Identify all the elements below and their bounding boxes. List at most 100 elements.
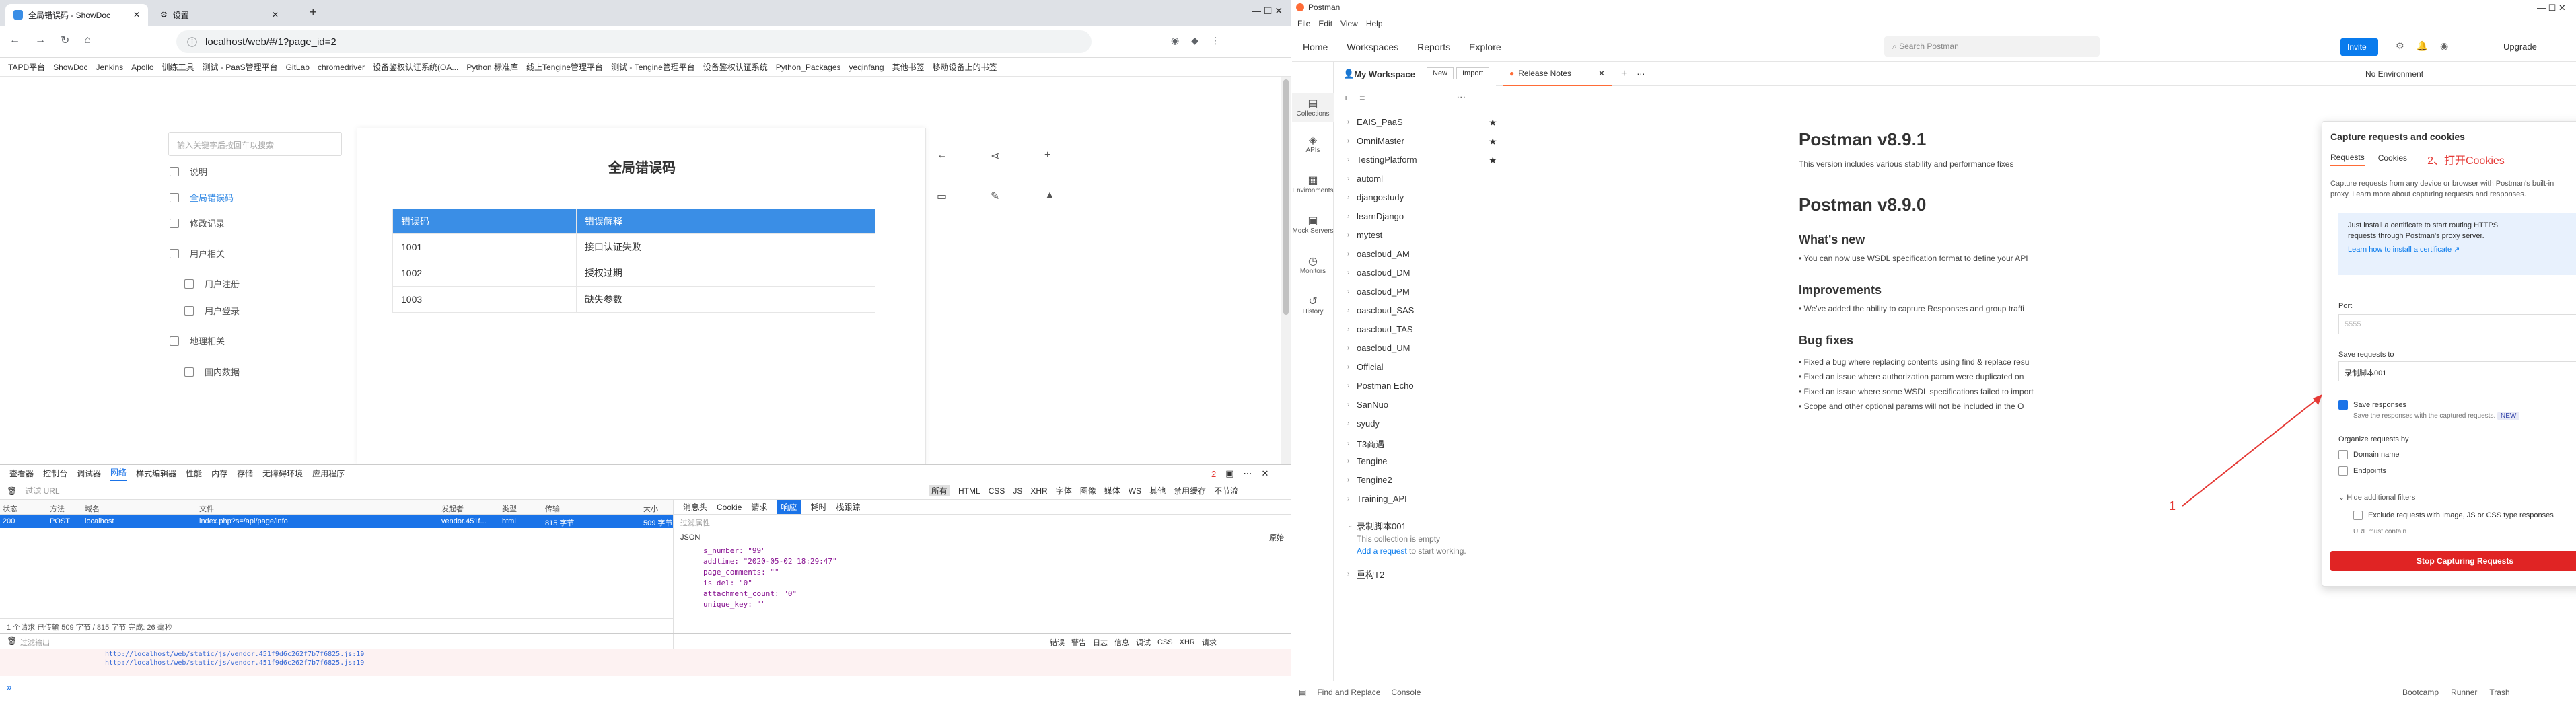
runner-button[interactable]: Runner [2451,688,2477,697]
bookmark-item[interactable]: Apollo [131,63,153,72]
search-input[interactable]: 输入关键字后按回车以搜索 [168,132,342,156]
console-level-filter[interactable]: 请求 [1202,637,1217,648]
type-filter[interactable]: 媒体 [1104,485,1120,496]
type-filter[interactable]: 所有 [929,485,951,496]
nav-item[interactable]: Reports [1417,42,1450,52]
invite-button[interactable]: Invite [2340,38,2378,56]
environment-select[interactable]: No Environment [2365,69,2423,79]
console-level-filter[interactable]: 信息 [1114,637,1129,648]
home-icon[interactable]: ⌂ [84,34,91,46]
devtools-tab[interactable]: 无障碍环境 [262,468,303,479]
filter-props-input[interactable]: 过滤属性 [674,515,1291,529]
bookmark-item[interactable]: 训练工具 [162,61,194,73]
save-to-select[interactable]: 录制脚本001 ⌄ [2338,361,2576,381]
import-button[interactable]: Import [1456,67,1490,79]
collection-item[interactable]: › Official [1347,362,1384,372]
doc-nav-item[interactable]: 修改记录 [170,217,225,229]
collection-item[interactable]: › oascloud_PM [1347,287,1410,297]
extension-icon[interactable]: ◆ [1191,35,1198,46]
page-scrollbar[interactable] [1281,77,1291,464]
bookmark-item[interactable]: 测试 - Tengine管理平台 [611,61,695,73]
trash-button[interactable]: Trash [2489,688,2509,697]
type-filter[interactable]: 图像 [1080,485,1096,496]
bookmark-item[interactable]: TAPD平台 [8,61,45,73]
plus-icon[interactable]: + [1343,92,1349,103]
detail-tab[interactable]: 请求 [751,501,767,513]
collection-item[interactable]: › OmniMaster [1347,136,1404,146]
collection-item[interactable]: › djangostudy [1347,192,1404,202]
bookmark-item[interactable]: 线上Tengine管理平台 [526,61,603,73]
console-level-filter[interactable]: 警告 [1071,637,1086,648]
account-icon[interactable]: ◉ [1171,35,1179,46]
network-option[interactable]: 不节流 [1214,485,1238,496]
exclude-checkbox[interactable] [2353,511,2363,520]
bookmark-item[interactable]: ShowDoc [53,63,87,72]
collection-item[interactable]: › Tengine [1347,456,1388,466]
devtools-tab[interactable]: 调试器 [77,468,101,479]
menu-item[interactable]: Edit [1318,19,1332,28]
collection-item[interactable]: › oascloud_SAS [1347,305,1414,316]
filter-url-input[interactable]: 过滤 URL [25,485,59,496]
new-tab-button[interactable]: + [310,5,317,20]
console-line[interactable]: http://localhost/web/static/js/vendor.45… [0,649,1291,658]
nav-item[interactable]: Explore [1469,42,1501,52]
bookmark-item[interactable]: 测试 - PaaS管理平台 [203,61,278,73]
sidebar-item[interactable]: ◷ Monitors [1292,254,1334,275]
collection-item[interactable]: › EAIS_PaaS [1347,117,1403,127]
devtools-tab[interactable]: 内存 [211,468,227,479]
type-filter[interactable]: 字体 [1056,485,1072,496]
bookmark-item[interactable]: GitLab [286,63,310,72]
bookmark-item[interactable]: 设备鉴权认证系统 [703,61,768,73]
menu-icon[interactable]: ⋮ [1211,35,1220,46]
window-controls[interactable]: — ☐ ✕ [1252,5,1283,17]
doc-nav-item[interactable]: 说明 [170,165,207,178]
close-icon[interactable]: ✕ [133,10,140,20]
new-button[interactable]: New [1427,67,1454,79]
type-filter[interactable]: WS [1129,486,1141,496]
devtools-tab[interactable]: 性能 [186,468,202,479]
bootcamp-button[interactable]: Bootcamp [2402,688,2439,697]
bookmark-item[interactable]: 设备鉴权认证系统(OA... [373,61,458,73]
devtools-tab[interactable]: 网络 [110,466,127,481]
collection-item[interactable]: › 重构T2 [1347,568,1384,581]
tab-showdoc[interactable]: 全局错误码 - ShowDoc ✕ [5,4,148,26]
collection-item[interactable]: › Training_API [1347,494,1407,504]
install-cert-link[interactable]: Learn how to install a certificate ↗ [2348,244,2576,255]
devtools-tab[interactable]: 样式编辑器 [136,468,176,479]
error-badge[interactable]: 2 [1211,469,1216,479]
raw-toggle[interactable]: 原始 [1269,532,1284,543]
console-button[interactable]: Console [1391,688,1421,697]
column-header[interactable]: 方法 [50,503,65,514]
collection-item[interactable]: › oascloud_DM [1347,268,1410,278]
tab-cookies[interactable]: Cookies [2378,153,2407,165]
arrow-left-icon[interactable]: ← [937,149,991,163]
sidebar-item[interactable]: ▣ Mock Servers [1292,214,1334,235]
console-prompt[interactable]: » [7,681,12,692]
avatar[interactable]: ◉ [2440,40,2448,52]
collection-item[interactable]: › mytest [1347,230,1382,240]
console-level-filter[interactable]: 日志 [1093,637,1108,648]
add-request-link[interactable]: Add a request [1357,546,1407,556]
bookmark-item[interactable]: 其他书签 [892,61,925,73]
type-filter[interactable]: 其他 [1149,485,1166,496]
close-icon[interactable]: ✕ [1262,468,1269,479]
column-header[interactable]: 发起者 [441,503,464,514]
url-input[interactable]: ⓘ localhost/web/#/1?page_id=2 [176,30,1092,53]
detail-tab[interactable]: 响应 [777,500,801,514]
edit-icon[interactable]: ✎ [991,190,1044,203]
devtools-tab[interactable]: 应用程序 [312,468,345,479]
folder-icon[interactable]: ▭ [937,190,991,203]
console-line[interactable]: http://localhost/web/static/js/vendor.45… [0,658,1291,667]
nav-item[interactable]: Home [1303,42,1328,52]
console-level-filter[interactable]: XHR [1180,638,1195,646]
collection-item[interactable]: ⌄ 录制脚本001 [1347,519,1406,532]
sidebar-item[interactable]: ↺ History [1292,295,1334,316]
detail-tab[interactable]: 消息头 [683,501,707,513]
filter-icon[interactable]: ≡ [1359,92,1365,103]
devtools-tab[interactable]: 存储 [237,468,253,479]
collection-item[interactable]: › automl [1347,174,1383,184]
devtools-tab[interactable]: 控制台 [43,468,67,479]
back-icon[interactable]: ← [9,34,20,46]
type-filter[interactable]: HTML [958,486,980,496]
bookmark-item[interactable]: yeqinfang [849,63,884,72]
